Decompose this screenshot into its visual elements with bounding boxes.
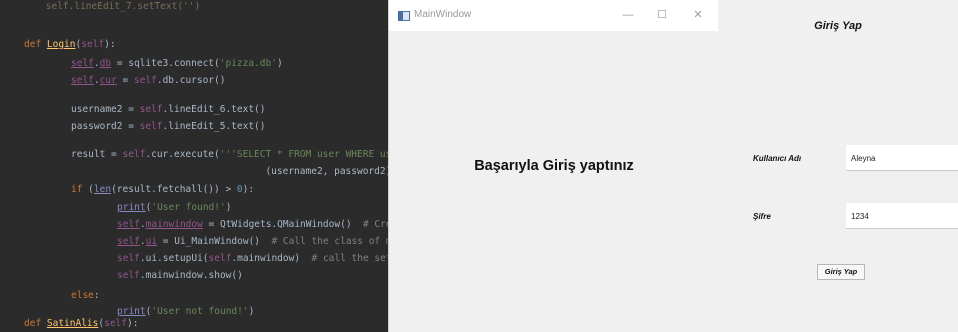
form-title: Giriş Yap (814, 20, 862, 32)
title-bar[interactable]: MainWindow — ☐ ✕ (389, 0, 719, 31)
code-line-15: else: (71, 290, 100, 301)
code-line-8: (username2, password2)) (71, 166, 388, 177)
window-icon (398, 11, 410, 21)
code-line-3: self.db = sqlite3.connect('pizza.db') (71, 58, 283, 69)
code-line-4: self.cur = self.db.cursor() (71, 75, 226, 86)
code-line-14: self.mainwindow.show() (117, 270, 243, 281)
code-line-13: self.ui.setupUi(self.mainwindow) # call … (117, 253, 388, 264)
login-form: Giriş Yap Kullanıcı Adı Aleyna Şifre 123… (718, 0, 958, 332)
password-field[interactable]: 1234 (846, 203, 958, 229)
code-line-12: self.ui = Ui_MainWindow() # Call the cla… (117, 236, 388, 247)
code-line-1: self.lineEdit_7.setText('') (45, 1, 201, 12)
login-button[interactable]: Giriş Yap (817, 264, 865, 280)
username-field[interactable]: Aleyna (846, 145, 958, 171)
code-line-18: def SatinAlis(self): (24, 318, 139, 329)
code-line-9: if (len(result.fetchall()) > 0): (71, 184, 255, 195)
code-line-7: result = self.cur.execute('''SELECT * FR… (71, 149, 388, 160)
username-label: Kullanıcı Adı (753, 154, 802, 163)
code-line-5: username2 = self.lineEdit_6.text() (71, 104, 266, 115)
main-window: MainWindow — ☐ ✕ Başarıyla Giriş yaptını… (388, 0, 719, 332)
window-title: MainWindow (414, 9, 472, 20)
code-line-11: self.mainwindow = QtWidgets.QMainWindow(… (117, 219, 388, 230)
code-editor[interactable]: self.lineEdit_7.setText('') def Login(se… (0, 0, 388, 332)
close-button[interactable]: ✕ (685, 6, 711, 24)
code-line-2: def Login(self): (24, 39, 116, 50)
maximize-button[interactable]: ☐ (649, 6, 675, 24)
minimize-button[interactable]: — (615, 6, 641, 24)
code-line-6: password2 = self.lineEdit_5.text() (71, 121, 266, 132)
code-line-10: print('User found!') (117, 202, 232, 213)
password-label: Şifre (753, 212, 771, 221)
code-line-16: print('User not found!') (117, 306, 255, 317)
success-message: Başarıyla Giriş yaptınız (474, 158, 634, 174)
